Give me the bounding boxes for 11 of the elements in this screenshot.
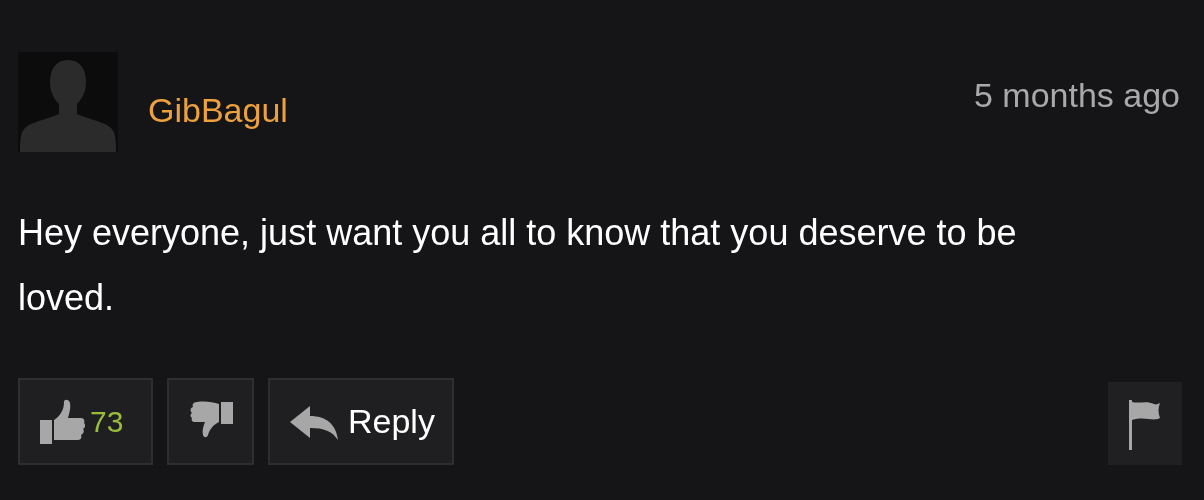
dislike-button[interactable] (167, 378, 254, 465)
reply-button[interactable]: Reply (268, 378, 454, 465)
comment-text: Hey everyone, just want you all to know that you deserve to be loved. (18, 211, 1018, 320)
like-count: 73 (90, 404, 124, 440)
like-button[interactable]: 73 (18, 378, 153, 465)
timestamp: 5 months ago (973, 75, 1180, 115)
username[interactable]: GibBagul (148, 90, 288, 130)
flag-button[interactable] (1108, 382, 1182, 465)
thumbs-up-icon (38, 397, 86, 446)
avatar-icon (18, 52, 118, 152)
flag-icon (1127, 397, 1163, 450)
